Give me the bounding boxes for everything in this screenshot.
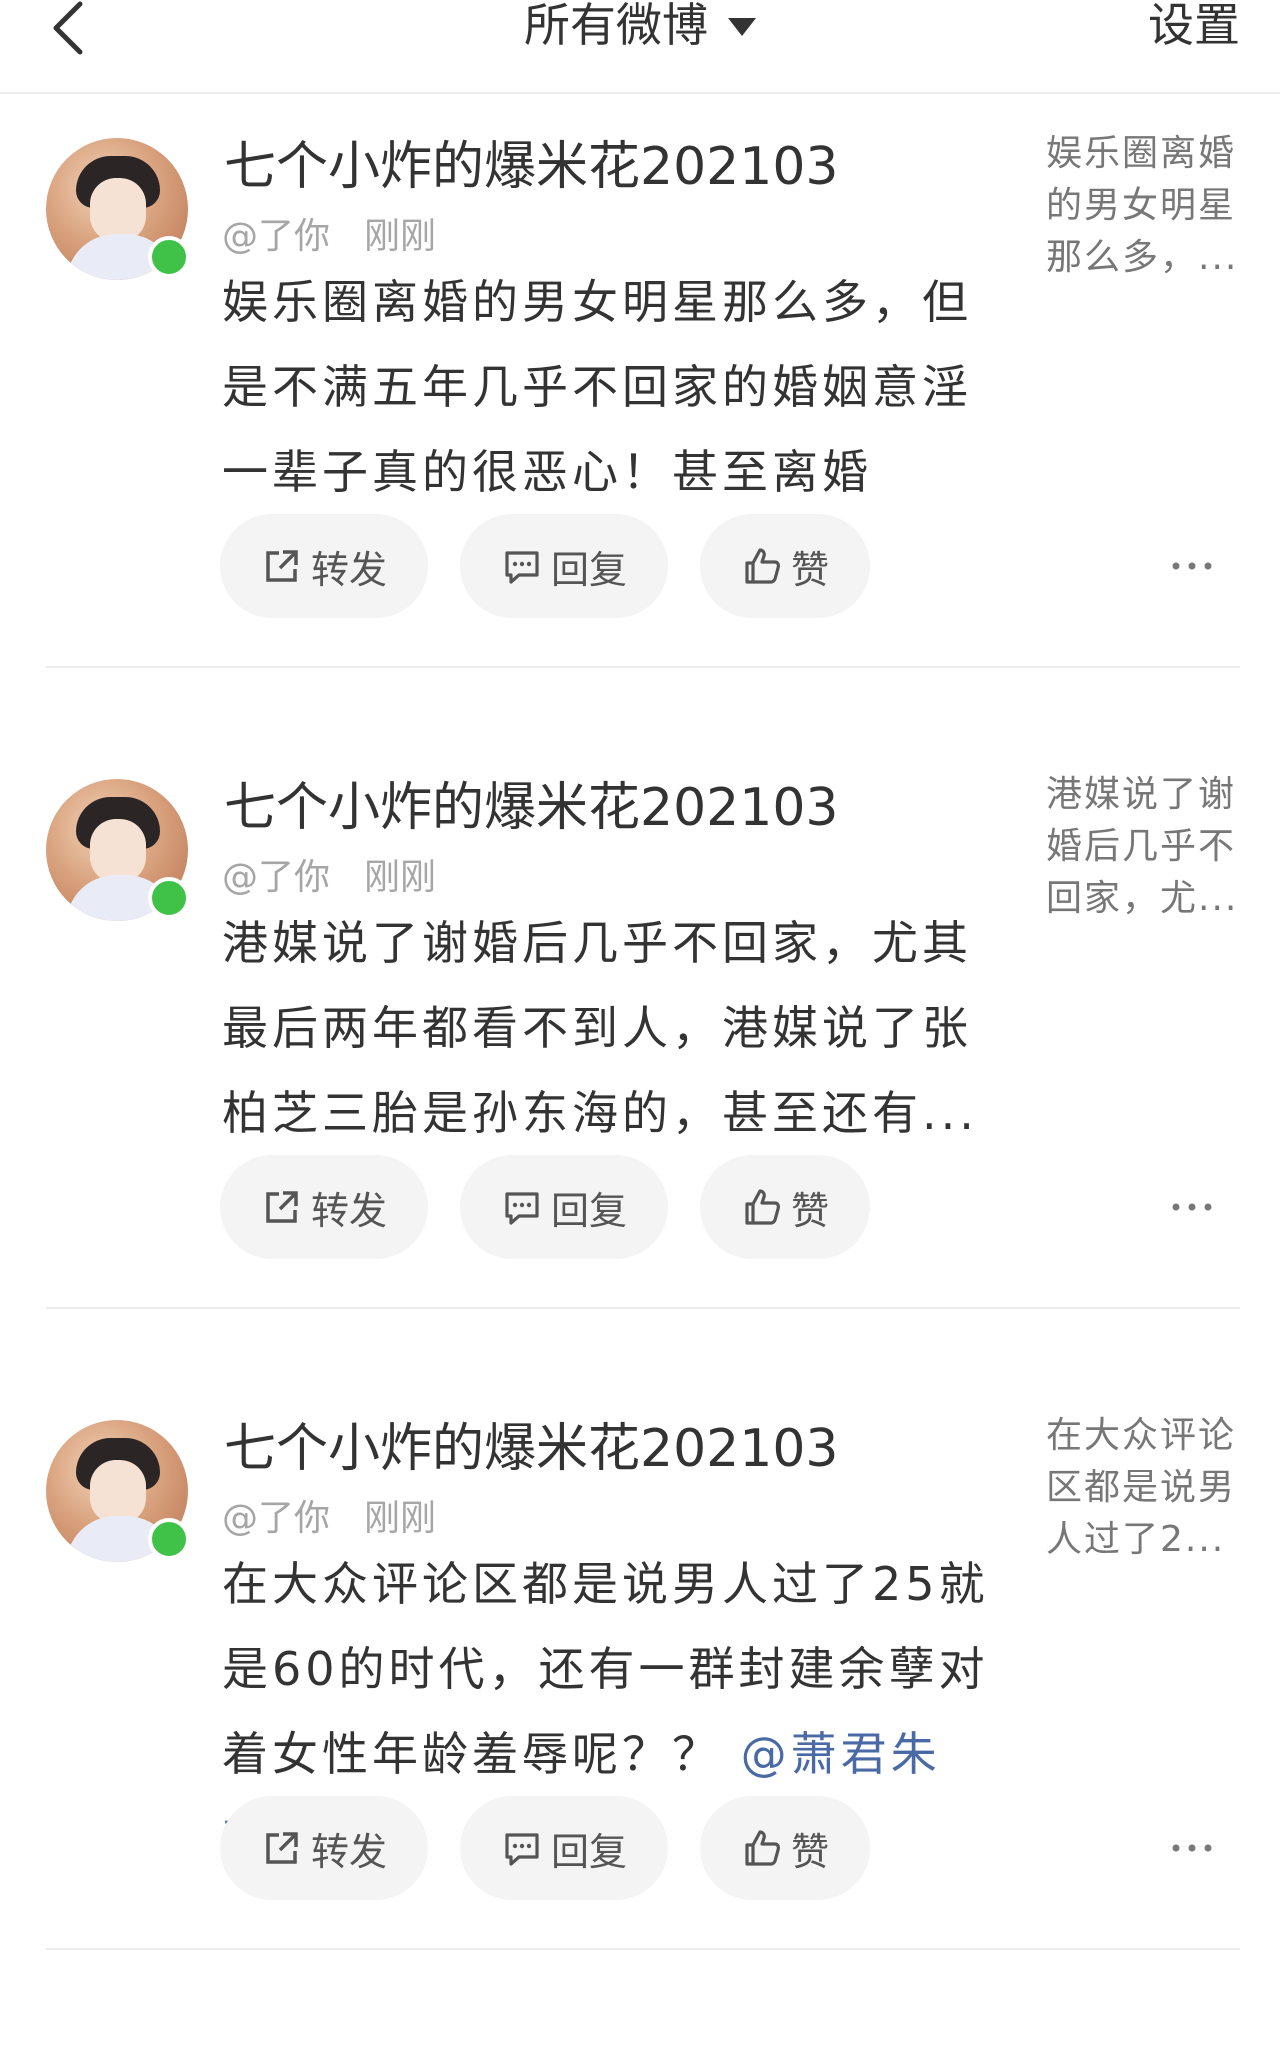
share-icon <box>266 1832 298 1864</box>
post-body-text: 着女性年龄羞辱呢？？ <box>222 1727 722 1781</box>
username[interactable]: 七个小炸的爆米花202103 <box>224 132 839 202</box>
post-divider <box>46 666 1240 668</box>
original-post-preview[interactable]: 在大众评论 区都是说男 人过了2... <box>1046 1410 1246 1566</box>
more-options-icon[interactable] <box>1170 546 1214 586</box>
preview-line: 回家，尤... <box>1046 878 1239 919</box>
post-divider <box>46 1948 1240 1950</box>
post-card[interactable]: 七个小炸的爆米花202103 @了你 刚刚 娱乐圈离婚的男女明星那么多，但 是不满… <box>0 92 1280 732</box>
top-bar: 所有微博 设置 <box>0 0 1280 94</box>
like-label: 赞 <box>790 1829 829 1874</box>
like-button[interactable]: 赞 <box>700 514 870 618</box>
forward-button[interactable]: 转发 <box>220 514 428 618</box>
thumbs-up-icon <box>745 1830 780 1866</box>
forward-label: 转发 <box>310 1188 387 1233</box>
forward-button[interactable]: 转发 <box>220 1796 428 1900</box>
thumbs-up-icon <box>745 1189 780 1225</box>
mention-label: @了你 <box>222 216 331 257</box>
reply-button[interactable]: 回复 <box>460 1796 668 1900</box>
post-body-line: 在大众评论区都是说男人过了25就 <box>222 1557 989 1611</box>
reply-button[interactable]: 回复 <box>460 514 668 618</box>
mention-label: @了你 <box>222 857 331 898</box>
username[interactable]: 七个小炸的爆米花202103 <box>224 773 839 843</box>
like-label: 赞 <box>790 547 829 592</box>
preview-line: 区都是说男 <box>1046 1467 1237 1508</box>
like-button[interactable]: 赞 <box>700 1796 870 1900</box>
like-button[interactable]: 赞 <box>700 1155 870 1259</box>
mention-label: @了你 <box>222 1498 331 1539</box>
page-title: 所有微博 <box>524 0 708 52</box>
action-bar: 转发 回复 赞 <box>220 1796 902 1900</box>
preview-line: 港媒说了谢 <box>1046 774 1237 815</box>
forward-label: 转发 <box>310 547 387 592</box>
preview-line: 人过了2... <box>1046 1519 1226 1560</box>
dropdown-caret-icon <box>728 18 756 36</box>
reply-button[interactable]: 回复 <box>460 1155 668 1259</box>
post-time: 刚刚 <box>364 857 437 898</box>
preview-line: 的男女明星 <box>1046 185 1237 226</box>
post-meta: @了你 刚刚 <box>222 214 436 260</box>
comment-icon <box>505 1192 539 1225</box>
preview-line: 娱乐圈离婚 <box>1046 133 1237 174</box>
original-post-preview[interactable]: 港媒说了谢 婚后几乎不 回家，尤... <box>1046 769 1246 925</box>
post-body-line: 柏芝三胎是孙东海的，甚至还有... <box>222 1086 978 1140</box>
reply-label: 回复 <box>550 547 627 592</box>
post-divider <box>46 1307 1240 1309</box>
avatar[interactable] <box>46 1420 190 1562</box>
like-label: 赞 <box>790 1188 829 1233</box>
comment-icon <box>505 1833 539 1866</box>
more-options-icon[interactable] <box>1170 1187 1214 1227</box>
preview-line: 那么多，... <box>1046 237 1239 278</box>
share-icon <box>266 550 298 582</box>
post-meta: @了你 刚刚 <box>222 855 436 901</box>
post-body-line: 是60的时代，还有一群封建余孽对 <box>222 1642 989 1696</box>
post-time: 刚刚 <box>364 216 437 257</box>
post-time: 刚刚 <box>364 1498 437 1539</box>
post-meta: @了你 刚刚 <box>222 1496 436 1542</box>
feed-filter-dropdown[interactable]: 所有微博 <box>0 0 1280 50</box>
post-body-line: 娱乐圈离婚的男女明星那么多，但 <box>222 275 972 329</box>
action-bar: 转发 回复 赞 <box>220 514 902 618</box>
post-body-line: 港媒说了谢婚后几乎不回家，尤其 <box>222 916 972 970</box>
online-status-dot <box>148 877 190 919</box>
original-post-preview[interactable]: 娱乐圈离婚 的男女明星 那么多，... <box>1046 128 1246 284</box>
reply-label: 回复 <box>550 1188 627 1233</box>
online-status-dot <box>148 236 190 278</box>
avatar[interactable] <box>46 779 190 921</box>
avatar[interactable] <box>46 138 190 280</box>
post-card[interactable]: 七个小炸的爆米花202103 @了你 刚刚 港媒说了谢婚后几乎不回家，尤其 最后两… <box>0 733 1280 1373</box>
post-body-line: 是不满五年几乎不回家的婚姻意淫 <box>222 360 972 414</box>
post-card[interactable]: 七个小炸的爆米花202103 @了你 刚刚 在大众评论区都是说男人过了25就 是6… <box>0 1374 1280 2014</box>
online-status-dot <box>148 1518 190 1560</box>
share-icon <box>266 1191 298 1223</box>
more-options-icon[interactable] <box>1170 1828 1214 1868</box>
thumbs-up-icon <box>745 548 780 584</box>
post-body-line: 最后两年都看不到人，港媒说了张 <box>222 1001 972 1055</box>
forward-button[interactable]: 转发 <box>220 1155 428 1259</box>
forward-label: 转发 <box>310 1829 387 1874</box>
comment-icon <box>505 551 539 584</box>
preview-line: 在大众评论 <box>1046 1415 1237 1456</box>
post-body[interactable]: 港媒说了谢婚后几乎不回家，尤其 最后两年都看不到人，港媒说了张 柏芝三胎是孙东海… <box>222 901 992 1156</box>
action-bar: 转发 回复 赞 <box>220 1155 902 1259</box>
username[interactable]: 七个小炸的爆米花202103 <box>224 1414 839 1484</box>
reply-label: 回复 <box>550 1829 627 1874</box>
settings-button[interactable]: 设置 <box>1148 0 1240 50</box>
preview-line: 婚后几乎不 <box>1046 826 1237 867</box>
